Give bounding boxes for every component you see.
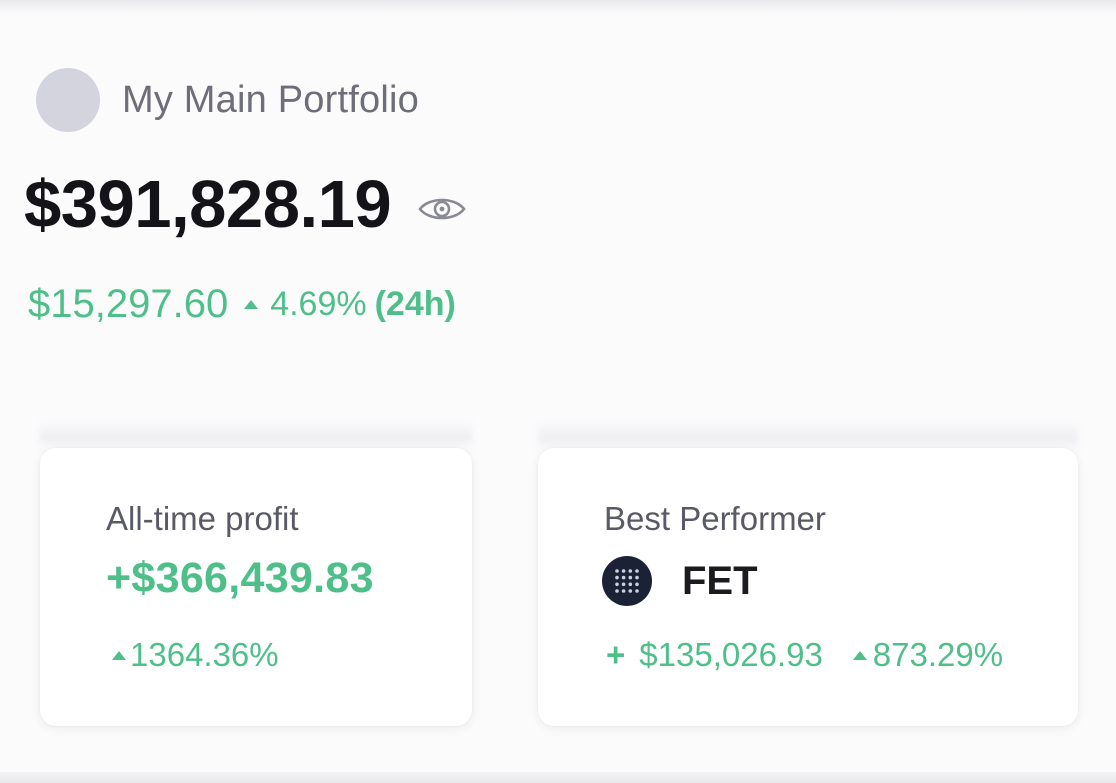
all-time-profit-percent: 1364.36% xyxy=(130,636,279,673)
triangle-up-icon xyxy=(112,650,126,660)
daily-change-amount: $15,297.60 xyxy=(28,282,229,326)
daily-change-period: (24h) xyxy=(374,285,456,323)
portfolio-header[interactable]: My Main Portfolio xyxy=(36,68,419,132)
card-shadow xyxy=(40,420,472,450)
best-performer-label: Best Performer xyxy=(604,500,826,537)
all-time-profit-value: +$366,439.83 xyxy=(106,554,374,602)
triangle-up-icon xyxy=(852,650,867,660)
best-performer-card[interactable]: Best Performer FET + $135,026.93 873.29% xyxy=(538,448,1078,726)
best-performer-stats: + $135,026.93 873.29% xyxy=(606,636,1003,674)
triangle-up-icon xyxy=(244,300,259,309)
daily-change-row: $15,297.60 4.69% (24h) xyxy=(28,282,456,327)
eye-icon[interactable] xyxy=(417,194,467,224)
best-performer-asset: FET xyxy=(602,556,758,606)
best-performer-symbol: FET xyxy=(682,558,758,603)
best-performer-profit: $135,026.93 xyxy=(639,636,823,673)
all-time-profit-percent-row: 1364.36% xyxy=(112,636,279,674)
avatar xyxy=(36,68,100,132)
best-performer-plus-sign: + xyxy=(606,636,626,673)
portfolio-name: My Main Portfolio xyxy=(122,78,419,121)
balance-row: $391,828.19 xyxy=(24,166,467,243)
all-time-profit-card[interactable]: All-time profit +$366,439.83 1364.36% xyxy=(40,448,472,726)
best-performer-percent: 873.29% xyxy=(872,636,1004,673)
all-time-profit-label: All-time profit xyxy=(106,500,299,537)
card-shadow xyxy=(538,420,1078,450)
portfolio-balance: $391,828.19 xyxy=(24,167,392,242)
top-edge xyxy=(0,0,1116,14)
daily-change-percent: 4.69% xyxy=(270,285,367,323)
bottom-edge xyxy=(0,772,1116,783)
fet-icon xyxy=(602,556,652,606)
